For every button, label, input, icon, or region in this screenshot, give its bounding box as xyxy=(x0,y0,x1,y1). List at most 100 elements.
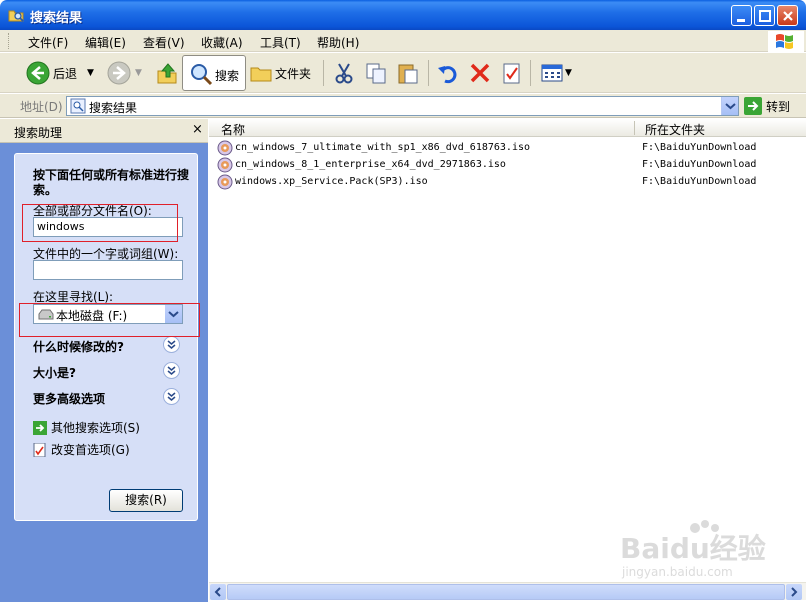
minimize-button[interactable] xyxy=(731,5,752,26)
folder-icon xyxy=(250,67,272,82)
baidu-watermark-logo: Baidu经验 jingyan.baidu.com xyxy=(620,520,766,579)
double-chevron-down-icon[interactable] xyxy=(163,336,180,353)
up-folder-button[interactable] xyxy=(156,53,178,93)
folders-button[interactable]: 文件夹 xyxy=(250,53,311,93)
close-pane-icon[interactable]: × xyxy=(192,122,203,137)
when-modified-option[interactable]: 什么时候修改的? xyxy=(33,338,124,355)
search-folder-icon xyxy=(8,10,24,22)
search-label: 搜索 xyxy=(215,69,240,83)
file-folder: F:\BaiduYunDownload xyxy=(642,142,757,153)
word-phrase-input[interactable] xyxy=(33,260,183,280)
back-arrow-icon xyxy=(26,61,50,85)
title-bar[interactable]: 搜索结果 xyxy=(0,0,806,30)
menu-tools[interactable]: 工具(T) xyxy=(260,34,301,51)
go-label: 转到 xyxy=(766,99,791,114)
copy-icon xyxy=(366,63,386,84)
toolbar-separator xyxy=(530,60,531,86)
iso-disc-icon xyxy=(217,140,233,156)
forward-dropdown-icon[interactable]: ▼ xyxy=(135,68,142,78)
back-button[interactable]: 后退 ▼ xyxy=(26,53,94,93)
search-button[interactable]: 搜索 xyxy=(182,55,246,91)
go-arrow-icon xyxy=(744,97,762,115)
copy-button[interactable] xyxy=(364,53,388,93)
scroll-right-button[interactable] xyxy=(786,584,802,600)
file-name: cn_windows_7_ultimate_with_sp1_x86_dvd_6… xyxy=(235,142,531,153)
double-chevron-down-icon[interactable] xyxy=(163,388,180,405)
forward-button[interactable]: ▼ xyxy=(107,53,142,93)
search-assistant-header: 搜索助理 × xyxy=(0,119,208,143)
file-row[interactable]: windows.xp_Service.Pack(SP3).iso F:\Baid… xyxy=(215,174,765,191)
cut-button[interactable] xyxy=(332,53,356,93)
column-name-header[interactable]: 名称 xyxy=(221,121,245,138)
delete-button[interactable] xyxy=(468,53,492,93)
advanced-options[interactable]: 更多高级选项 xyxy=(33,390,105,407)
other-search-options-link[interactable]: 其他搜索选项(S) xyxy=(33,419,140,436)
paste-icon xyxy=(398,64,418,84)
preferences-icon xyxy=(33,442,46,457)
scroll-thumb[interactable] xyxy=(227,584,785,600)
views-button[interactable]: ▼ xyxy=(540,53,572,93)
menu-file[interactable]: 文件(F) xyxy=(28,34,68,51)
svg-text:jingyan.baidu.com: jingyan.baidu.com xyxy=(621,565,733,579)
file-row[interactable]: cn_windows_7_ultimate_with_sp1_x86_dvd_6… xyxy=(215,140,765,157)
close-icon xyxy=(783,11,793,21)
menu-grip[interactable] xyxy=(8,33,11,49)
menu-help[interactable]: 帮助(H) xyxy=(317,34,359,51)
size-option[interactable]: 大小是? xyxy=(33,364,76,381)
search-assistant-title: 搜索助理 xyxy=(14,126,63,140)
address-value: 搜索结果 xyxy=(89,101,138,115)
double-chevron-down-icon[interactable] xyxy=(163,362,180,379)
address-bar: 地址(D) 搜索结果 转到 xyxy=(0,94,806,118)
scroll-left-button[interactable] xyxy=(210,584,226,600)
column-folder-header[interactable]: 所在文件夹 xyxy=(645,121,705,138)
menu-bar: 文件(F) 编辑(E) 查看(V) 收藏(A) 工具(T) 帮助(H) xyxy=(0,30,806,52)
maximize-button[interactable] xyxy=(754,5,775,26)
search-assistant-pane: 搜索助理 × 按下面任何或所有标准进行搜索。 全部或部分文件名(O): wind… xyxy=(0,119,208,602)
horizontal-scrollbar[interactable] xyxy=(209,582,806,600)
close-button[interactable] xyxy=(777,5,798,26)
windows-logo xyxy=(768,31,804,52)
search-submit-button[interactable]: 搜索(R) xyxy=(109,489,183,512)
back-label: 后退 xyxy=(53,66,78,81)
up-folder-icon xyxy=(157,63,177,84)
windows-flag-icon xyxy=(776,34,793,49)
menu-edit[interactable]: 编辑(E) xyxy=(85,34,126,51)
expand-icon xyxy=(167,392,176,401)
window-title: 搜索结果 xyxy=(30,11,83,26)
expand-icon xyxy=(167,366,176,375)
menu-favorites[interactable]: 收藏(A) xyxy=(201,34,243,51)
column-divider[interactable] xyxy=(634,121,635,135)
views-dropdown-icon[interactable]: ▼ xyxy=(565,68,572,78)
change-preferences-link[interactable]: 改变首选项(G) xyxy=(33,441,130,458)
search-results-icon xyxy=(70,98,86,114)
address-label: 地址(D) xyxy=(20,100,63,114)
forward-arrow-icon xyxy=(107,61,131,85)
menu-view[interactable]: 查看(V) xyxy=(143,34,185,51)
properties-button[interactable] xyxy=(500,53,524,93)
scissors-icon xyxy=(335,63,353,84)
highlight-filename xyxy=(22,204,178,242)
go-button[interactable]: 转到 xyxy=(744,97,790,115)
search-icon xyxy=(191,64,213,86)
back-dropdown-icon[interactable]: ▼ xyxy=(87,68,94,78)
address-input[interactable]: 搜索结果 xyxy=(66,96,739,116)
file-row[interactable]: cn_windows_8_1_enterprise_x64_dvd_297186… xyxy=(215,157,765,174)
file-folder: F:\BaiduYunDownload xyxy=(642,176,757,187)
undo-icon xyxy=(438,66,457,84)
address-dropdown-button[interactable] xyxy=(721,97,738,115)
chevron-down-icon xyxy=(725,103,736,110)
views-grid-icon xyxy=(541,64,563,82)
svg-text:Baidu经验: Baidu经验 xyxy=(620,532,766,565)
highlight-look-in xyxy=(19,303,200,337)
minimize-icon xyxy=(737,19,745,22)
maximize-icon xyxy=(759,10,771,22)
paste-button[interactable] xyxy=(396,53,420,93)
toolbar-separator xyxy=(323,60,324,86)
chevron-right-icon xyxy=(791,587,798,597)
results-column-header: 名称 所在文件夹 xyxy=(209,119,806,137)
green-arrow-icon xyxy=(33,420,47,435)
iso-disc-icon xyxy=(217,174,233,190)
undo-button[interactable] xyxy=(436,53,460,93)
change-preferences-label: 改变首选项(G) xyxy=(51,443,130,457)
chevron-left-icon xyxy=(214,587,221,597)
